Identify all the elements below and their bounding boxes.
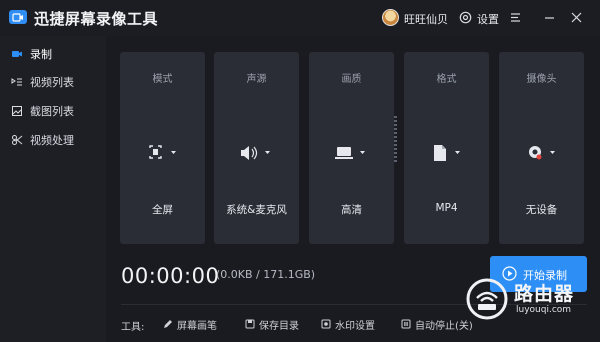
card-value: 无设备	[525, 204, 558, 216]
close-icon[interactable]	[571, 12, 582, 23]
card-quality[interactable]: 画质 高清	[309, 52, 394, 244]
folder-icon	[245, 319, 255, 329]
speaker-icon	[241, 146, 270, 160]
pause-icon	[401, 319, 411, 329]
tool-label: 屏幕画笔	[177, 320, 217, 332]
sidebar-item-video-process[interactable]: 视频处理	[0, 127, 106, 153]
record-size: (0.0KB / 171.1GB)	[216, 268, 316, 281]
card-value: MP4	[435, 202, 458, 214]
sidebar-item-label: 截图列表	[30, 105, 74, 118]
card-value: 全屏	[152, 204, 173, 216]
monitor-icon	[335, 147, 365, 159]
webcam-icon	[529, 146, 555, 160]
router-logo-icon	[466, 278, 508, 320]
tool-label: 水印设置	[335, 320, 375, 332]
camera-icon	[12, 51, 22, 57]
app-logo-icon	[9, 10, 27, 24]
site-watermark: 路由器 luyouqi.com	[460, 272, 600, 342]
card-title: 画质	[341, 74, 362, 85]
image-list-icon	[12, 106, 22, 116]
tools-label: 工具:	[121, 322, 145, 333]
avatar[interactable]	[382, 9, 399, 26]
sidebar-item-label: 录制	[30, 48, 52, 61]
sidebar-item-image-list[interactable]: 截图列表	[0, 98, 106, 124]
card-value: 系统&麦克风	[226, 204, 287, 216]
watermark-url: luyouqi.com	[516, 305, 572, 315]
card-format[interactable]: 格式 MP4	[404, 52, 489, 244]
pen-icon	[164, 320, 172, 328]
screen-pen-button[interactable]: 屏幕画笔	[163, 316, 217, 332]
record-timer: 00:00:00	[121, 264, 220, 288]
sidebar-item-record[interactable]: 录制	[0, 41, 106, 67]
watermark-icon	[321, 319, 331, 329]
file-icon	[434, 145, 460, 161]
app-title: 迅捷屏幕录像工具	[34, 10, 159, 28]
title-bar: 迅捷屏幕录像工具 旺旺仙贝 设置	[0, 0, 600, 36]
card-webcam[interactable]: 摄像头 无设备	[499, 52, 584, 244]
card-title: 摄像头	[526, 74, 557, 85]
gear-icon[interactable]	[459, 11, 472, 24]
video-list-icon	[11, 78, 22, 86]
sidebar-item-video-list[interactable]: 视频列表	[0, 69, 106, 95]
watermark-brand: 路由器	[514, 283, 575, 305]
card-title: 模式	[152, 74, 173, 85]
settings-button[interactable]: 设置	[477, 11, 499, 27]
user-name[interactable]: 旺旺仙贝	[404, 11, 448, 27]
card-value: 高清	[341, 204, 362, 216]
card-mode[interactable]: 模式 全屏	[120, 52, 205, 244]
card-title: 声源	[246, 74, 267, 85]
card-audio-source[interactable]: 声源 系统&麦克风	[214, 52, 299, 244]
sidebar-item-label: 视频列表	[30, 76, 74, 89]
minimize-icon[interactable]	[544, 12, 555, 23]
fullscreen-icon	[149, 145, 176, 159]
watermark-settings-button[interactable]: 水印设置	[321, 316, 375, 332]
menu-icon[interactable]	[510, 12, 521, 23]
card-title: 格式	[436, 74, 457, 85]
sidebar-item-label: 视频处理	[30, 134, 74, 147]
sidebar: 录制 视频列表 截图列表 视频处理	[0, 36, 106, 342]
save-directory-button[interactable]: 保存目录	[245, 316, 299, 332]
tool-label: 保存目录	[259, 320, 299, 332]
video-process-icon	[12, 135, 23, 145]
